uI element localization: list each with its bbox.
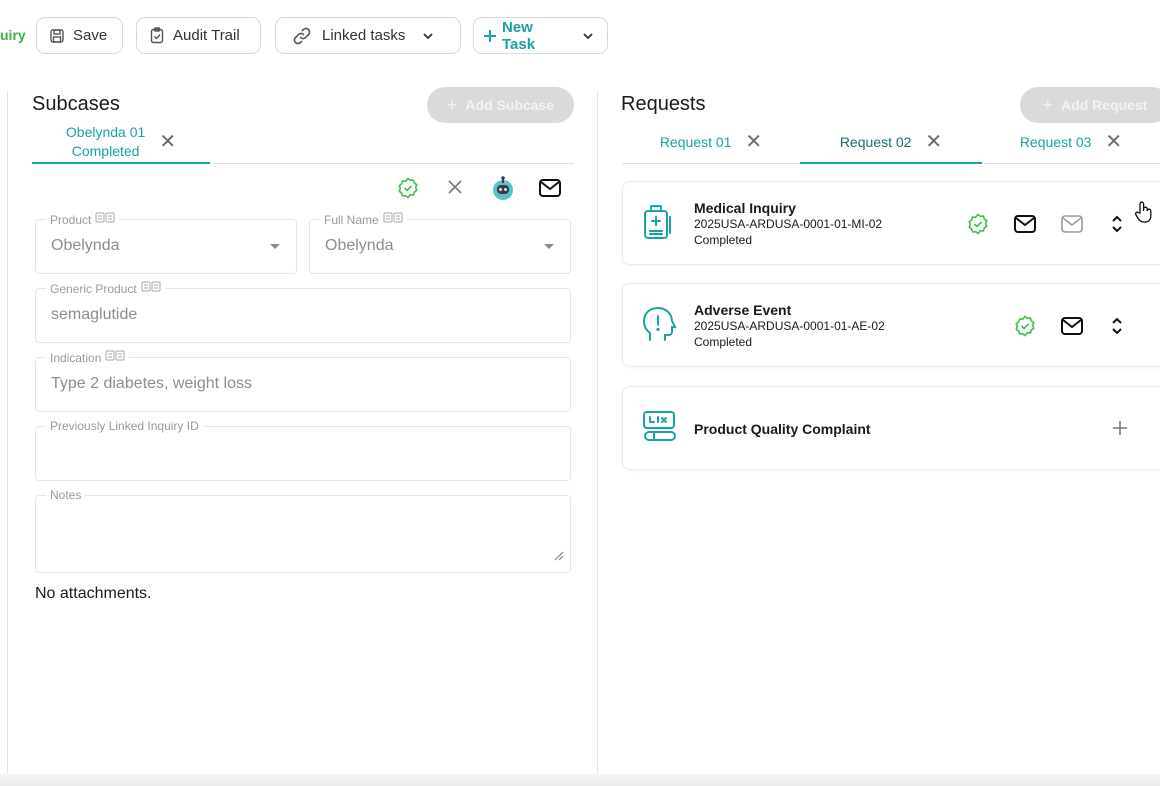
generic-product-label: Generic Product <box>50 281 137 296</box>
add-plus-icon[interactable] <box>1112 420 1128 441</box>
notes-label: Notes <box>50 488 82 502</box>
full-name-label: Full Name <box>324 212 379 227</box>
tab-request-03[interactable]: Request 03 ✕ <box>982 122 1160 162</box>
translate-icon <box>383 212 403 227</box>
left-divider <box>7 92 8 774</box>
request-card-medical-inquiry[interactable]: Medical Inquiry 2025USA-ARDUSA-0001-01-M… <box>622 181 1160 265</box>
full-name-select[interactable]: Full Name Obelynda <box>309 212 571 274</box>
adverse-event-status: Completed <box>694 335 753 349</box>
caret-down-icon <box>544 244 554 249</box>
adverse-event-id: 2025USA-ARDUSA-0001-01-AE-02 <box>694 319 885 333</box>
product-quality-complaint-title: Product Quality Complaint <box>694 421 871 437</box>
linked-tasks-button[interactable]: Linked tasks <box>275 17 461 54</box>
subcases-title: Subcases <box>32 93 120 115</box>
request-card-adverse-event[interactable]: Adverse Event 2025USA-ARDUSA-0001-01-AE-… <box>622 283 1160 367</box>
request-card-product-quality-complaint[interactable]: Product Quality Complaint <box>622 386 1160 470</box>
subcase-tab-status: Completed <box>71 143 140 159</box>
full-name-value: Obelynda <box>325 237 394 254</box>
save-button[interactable]: Save <box>36 17 123 54</box>
new-task-label: New Task <box>502 18 536 53</box>
email-icon[interactable] <box>538 178 562 203</box>
plus-icon <box>482 28 498 44</box>
approve-check-icon[interactable] <box>397 177 419 204</box>
medical-inquiry-status: Completed <box>694 233 753 247</box>
request-tab-label: Request 02 <box>839 134 912 150</box>
product-value: Obelynda <box>51 237 120 254</box>
approve-check-icon[interactable] <box>967 213 989 240</box>
audit-trail-label: Audit Trail <box>173 27 240 44</box>
new-task-button[interactable]: New Task <box>473 17 608 54</box>
add-subcase-label: Add Subcase <box>465 97 555 113</box>
robot-assistant-icon[interactable] <box>490 175 516 206</box>
indication-field[interactable]: Indication Type 2 diabetes, weight loss <box>35 350 571 412</box>
link-icon <box>292 26 312 46</box>
audit-trail-button[interactable]: Audit Trail <box>136 17 261 54</box>
product-quality-icon <box>641 409 677 448</box>
close-icon[interactable]: ✕ <box>925 132 942 152</box>
chevron-down-icon[interactable] <box>581 29 595 43</box>
email-disabled-icon[interactable] <box>1060 214 1084 239</box>
close-icon[interactable]: ✕ <box>745 132 762 152</box>
tab-request-02[interactable]: Request 02 ✕ <box>800 122 982 162</box>
subcase-tab-active-indicator <box>32 162 210 164</box>
translate-icon <box>95 212 115 227</box>
expand-collapse-icon[interactable] <box>1111 213 1123 240</box>
add-request-label: Add Request <box>1061 97 1148 113</box>
close-icon[interactable]: ✕ <box>159 132 176 152</box>
expand-collapse-icon[interactable] <box>1111 315 1123 342</box>
product-label: Product <box>50 212 92 227</box>
chevron-down-icon <box>421 29 435 43</box>
no-attachments-text: No attachments. <box>35 585 152 602</box>
approve-check-icon[interactable] <box>1014 315 1036 342</box>
add-subcase-button[interactable]: + Add Subcase <box>427 87 574 123</box>
adverse-event-title: Adverse Event <box>694 302 792 318</box>
product-select[interactable]: Product Obelynda <box>35 212 297 274</box>
hand-cursor-icon <box>1133 200 1155 229</box>
close-icon[interactable] <box>446 178 464 201</box>
translate-icon <box>105 350 125 365</box>
save-icon <box>49 28 65 44</box>
request-tab-label: Request 03 <box>1019 134 1092 150</box>
generic-product-value: semaglutide <box>51 306 138 323</box>
generic-product-field[interactable]: Generic Product semaglutide <box>35 281 571 343</box>
head-alert-icon <box>641 305 677 348</box>
plus-icon: + <box>446 94 458 115</box>
previously-linked-inquiry-label: Previously Linked Inquiry ID <box>50 419 199 433</box>
caret-down-icon <box>270 244 280 249</box>
top-toolbar: uiry Save Audit Trail Linked tasks New T… <box>0 0 1160 72</box>
requests-title: Requests <box>621 93 706 115</box>
notes-textarea[interactable]: Notes <box>35 488 571 573</box>
bottom-edge <box>0 774 1160 786</box>
email-icon[interactable] <box>1013 214 1037 239</box>
linked-tasks-label: Linked tasks <box>322 27 406 44</box>
indication-label: Indication <box>50 350 102 365</box>
medical-inquiry-id: 2025USA-ARDUSA-0001-01-MI-02 <box>694 217 883 231</box>
previously-linked-inquiry-field[interactable]: Previously Linked Inquiry ID <box>35 419 571 481</box>
plus-icon: + <box>1042 94 1054 115</box>
request-tab-active-indicator <box>800 162 982 164</box>
inquiry-label-cut: uiry <box>0 27 26 43</box>
resize-handle-icon[interactable] <box>552 548 564 566</box>
add-request-button[interactable]: + Add Request <box>1020 87 1160 123</box>
panel-divider <box>597 92 598 774</box>
save-label: Save <box>73 27 108 44</box>
clipboard-icon <box>149 27 165 44</box>
tab-request-01[interactable]: Request 01 ✕ <box>622 122 800 162</box>
email-icon[interactable] <box>1060 316 1084 341</box>
medical-inquiry-title: Medical Inquiry <box>694 200 796 216</box>
request-tab-label: Request 01 <box>659 134 732 150</box>
indication-value: Type 2 diabetes, weight loss <box>51 375 253 392</box>
subcase-tab-name: Obelynda 01 <box>65 124 146 140</box>
close-icon[interactable]: ✕ <box>1105 132 1122 152</box>
tab-subcase-obelynda-01[interactable]: Obelynda 01 Completed ✕ <box>32 122 210 162</box>
medical-bag-icon <box>641 203 675 246</box>
translate-icon <box>141 281 161 296</box>
